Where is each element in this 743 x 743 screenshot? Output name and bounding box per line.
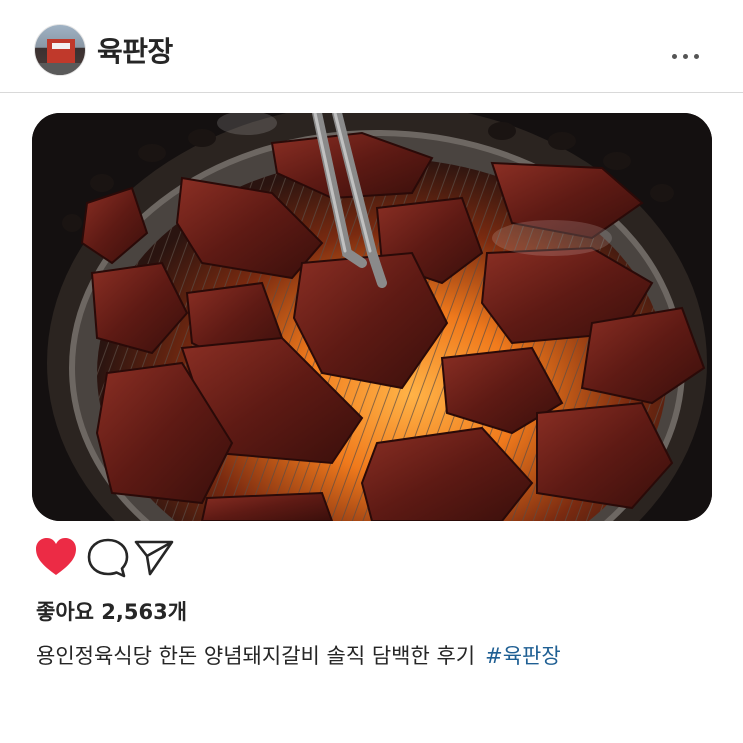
post-caption: 용인정육식당 한돈 양념돼지갈비 솔직 담백한 후기 #육판장 [36, 640, 561, 670]
paper-plane-icon[interactable] [132, 536, 176, 580]
post-actions [34, 536, 234, 580]
hashtag-link[interactable]: #육판장 [485, 644, 561, 668]
username[interactable]: 육판장 [97, 30, 173, 70]
avatar[interactable] [34, 24, 86, 76]
likes-count[interactable]: 좋아요 2,563개 [36, 596, 187, 626]
comment-bubble-icon[interactable] [86, 536, 130, 580]
caption-text: 용인정육식당 한돈 양념돼지갈비 솔직 담백한 후기 [36, 644, 476, 668]
more-options-icon[interactable] [672, 48, 704, 64]
post-image[interactable] [32, 113, 712, 521]
header-divider [0, 92, 743, 93]
post-header: 육판장 [0, 0, 743, 92]
heart-icon[interactable] [34, 536, 78, 580]
